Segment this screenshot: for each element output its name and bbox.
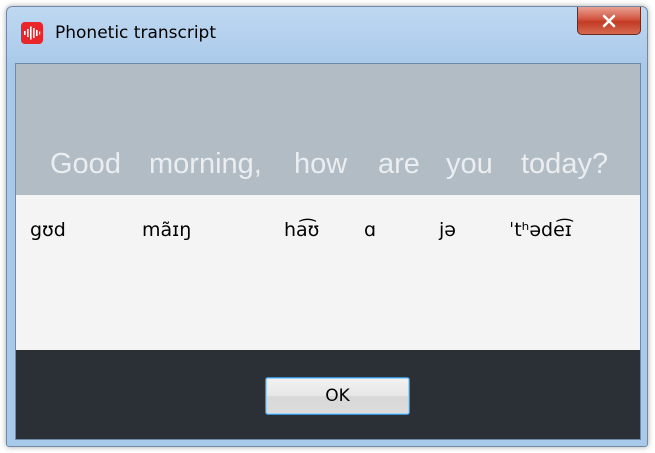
sentence-word: how bbox=[294, 148, 348, 180]
window-title: Phonetic transcript bbox=[55, 23, 217, 43]
dialog-content: Good morning, how are you today? gʊd mãɪ… bbox=[15, 63, 641, 440]
sentence-word: morning, bbox=[149, 148, 262, 180]
close-icon bbox=[602, 14, 616, 27]
audio-waveform-icon bbox=[21, 22, 43, 44]
phonetic-transcript-window: Phonetic transcript Good morning, how ar… bbox=[6, 6, 648, 447]
sentence-word: are bbox=[378, 148, 420, 180]
dialog-footer: OK bbox=[16, 350, 640, 439]
sentence-word: you bbox=[446, 148, 493, 180]
sentence-word: today? bbox=[521, 148, 609, 180]
title-bar[interactable]: Phonetic transcript bbox=[7, 7, 647, 63]
ipa-word: mãɪŋ bbox=[142, 219, 192, 241]
close-button[interactable] bbox=[577, 7, 641, 35]
ipa-word: ha͡ʊ bbox=[284, 219, 320, 241]
sentence-word: Good bbox=[50, 148, 121, 180]
ok-button[interactable]: OK bbox=[265, 377, 410, 415]
phonetic-transcript-panel: gʊd mãɪŋ ha͡ʊ ɑ jə ˈtʰəde͡ɪ bbox=[16, 195, 640, 350]
ipa-word: ɑ bbox=[364, 219, 377, 241]
sentence-panel: Good morning, how are you today? bbox=[16, 64, 640, 195]
ipa-word: jə bbox=[439, 219, 456, 241]
ipa-word: gʊd bbox=[30, 219, 66, 241]
ipa-word: ˈtʰəde͡ɪ bbox=[509, 219, 572, 241]
